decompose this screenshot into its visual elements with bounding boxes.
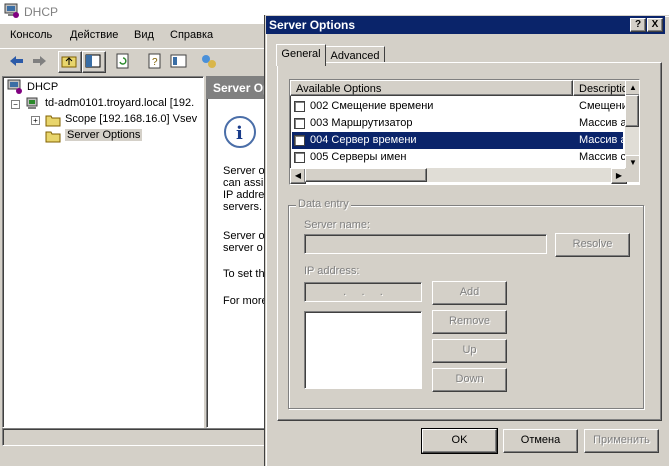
collapse-box-icon[interactable]: − — [11, 100, 20, 109]
refresh-button[interactable] — [112, 51, 134, 71]
refresh-icon — [116, 53, 129, 69]
back-button[interactable] — [6, 51, 28, 71]
add-button[interactable]: Add — [432, 281, 507, 305]
option-checkbox[interactable] — [294, 118, 305, 129]
column-header-available-options[interactable]: Available Options — [290, 80, 573, 96]
folder-icon — [45, 131, 61, 143]
option-row-selected[interactable]: 004 Сервер времени Массив а — [292, 132, 627, 149]
apply-button[interactable]: Применить — [584, 429, 659, 453]
cancel-button[interactable]: Отмена — [503, 429, 578, 453]
horizontal-scroll-thumb[interactable] — [305, 168, 427, 182]
detail-para4: For more — [223, 295, 268, 307]
scroll-left-icon[interactable]: ◀ — [290, 168, 306, 184]
tree-label-scope: Scope [192.168.16.0] Vsev — [65, 113, 198, 125]
forward-button[interactable] — [28, 51, 50, 71]
server-icon — [26, 97, 38, 109]
resolve-button[interactable]: Resolve — [555, 233, 630, 257]
column-header-description[interactable]: Descriptio — [573, 80, 627, 96]
dhcp-icon — [7, 79, 22, 94]
tab-general[interactable]: General — [276, 44, 326, 66]
dhcp-icon — [4, 3, 19, 18]
info-icon: i — [224, 116, 256, 148]
properties-icon: ? — [148, 53, 161, 69]
close-button[interactable]: X — [647, 18, 663, 32]
properties-button[interactable]: ? — [144, 51, 166, 71]
down-button[interactable]: Down — [432, 368, 507, 392]
tree-label-server-options: Server Options — [65, 129, 143, 141]
folder-icon — [45, 115, 61, 127]
option-checkbox[interactable] — [294, 101, 305, 112]
vertical-scroll-thumb[interactable] — [625, 95, 639, 127]
server-name-label: Server name: — [304, 219, 371, 231]
option-checkbox[interactable] — [294, 135, 305, 146]
option-row[interactable]: 003 Маршрутизатор Массив а — [292, 115, 627, 132]
ok-button[interactable]: OK — [421, 428, 498, 454]
tree-label-dhcp: DHCP — [27, 81, 59, 93]
tree-toggle-icon — [85, 54, 101, 68]
detail-para1: Server o can assi IP addre servers. — [223, 165, 265, 213]
detail-para3: To set th — [223, 268, 265, 280]
show-tree-button[interactable] — [82, 51, 106, 73]
up-button[interactable]: Up — [432, 339, 507, 363]
server-name-input[interactable] — [304, 234, 547, 254]
export-button[interactable] — [168, 51, 190, 71]
remove-button[interactable]: Remove — [432, 310, 507, 334]
ip-address-list[interactable] — [304, 311, 422, 389]
horizontal-scrollbar[interactable]: ◀ ▶ — [290, 168, 627, 184]
menu-view[interactable]: Вид — [134, 29, 154, 41]
data-entry-legend: Data entry — [296, 198, 351, 210]
folder-up-icon — [61, 56, 77, 68]
detail-pane: Server Op i Server o can assi IP addre s… — [206, 76, 275, 428]
help-button[interactable]: ? — [630, 18, 646, 32]
main-title-text: DHCP — [24, 5, 59, 19]
option-row[interactable]: 005 Серверы имен Массив с — [292, 149, 626, 166]
scrollbar-corner — [625, 168, 639, 182]
scroll-up-icon[interactable]: ▲ — [625, 80, 639, 96]
svg-text:?: ? — [152, 57, 158, 68]
available-options-list[interactable]: Available Options Descriptio 002 Смещени… — [289, 79, 640, 185]
ip-address-label: IP address: — [304, 265, 360, 277]
svg-text:i: i — [236, 123, 243, 144]
dialog-title: Server Options — [269, 18, 356, 32]
vertical-scrollbar[interactable]: ▲ ▼ — [625, 80, 639, 171]
expand-box-icon[interactable]: + — [31, 116, 40, 125]
back-arrow-icon — [10, 56, 23, 66]
export-list-icon — [170, 54, 187, 68]
tree-label-server: td-adm0101.troyard.local [192. — [45, 97, 195, 109]
forward-arrow-icon — [33, 56, 46, 66]
detail-para2: Server o server o — [223, 230, 265, 254]
option-row[interactable]: 002 Смещение времени Смещени — [292, 98, 628, 115]
menu-console[interactable]: Консоль — [10, 29, 52, 41]
ip-address-input[interactable]: . . . — [304, 282, 422, 302]
servers-icon — [202, 55, 216, 68]
option-checkbox[interactable] — [294, 152, 305, 163]
console-tree: DHCP − td-adm0101.troyard.local [192. + … — [2, 76, 204, 428]
manage-authorized-servers-button[interactable] — [198, 51, 220, 71]
dialog-title-bar: Server Options ? X — [266, 16, 665, 34]
up-level-button[interactable] — [58, 51, 82, 73]
status-bar — [2, 428, 268, 446]
menu-action[interactable]: Действие — [70, 29, 118, 41]
menu-help[interactable]: Справка — [170, 29, 213, 41]
